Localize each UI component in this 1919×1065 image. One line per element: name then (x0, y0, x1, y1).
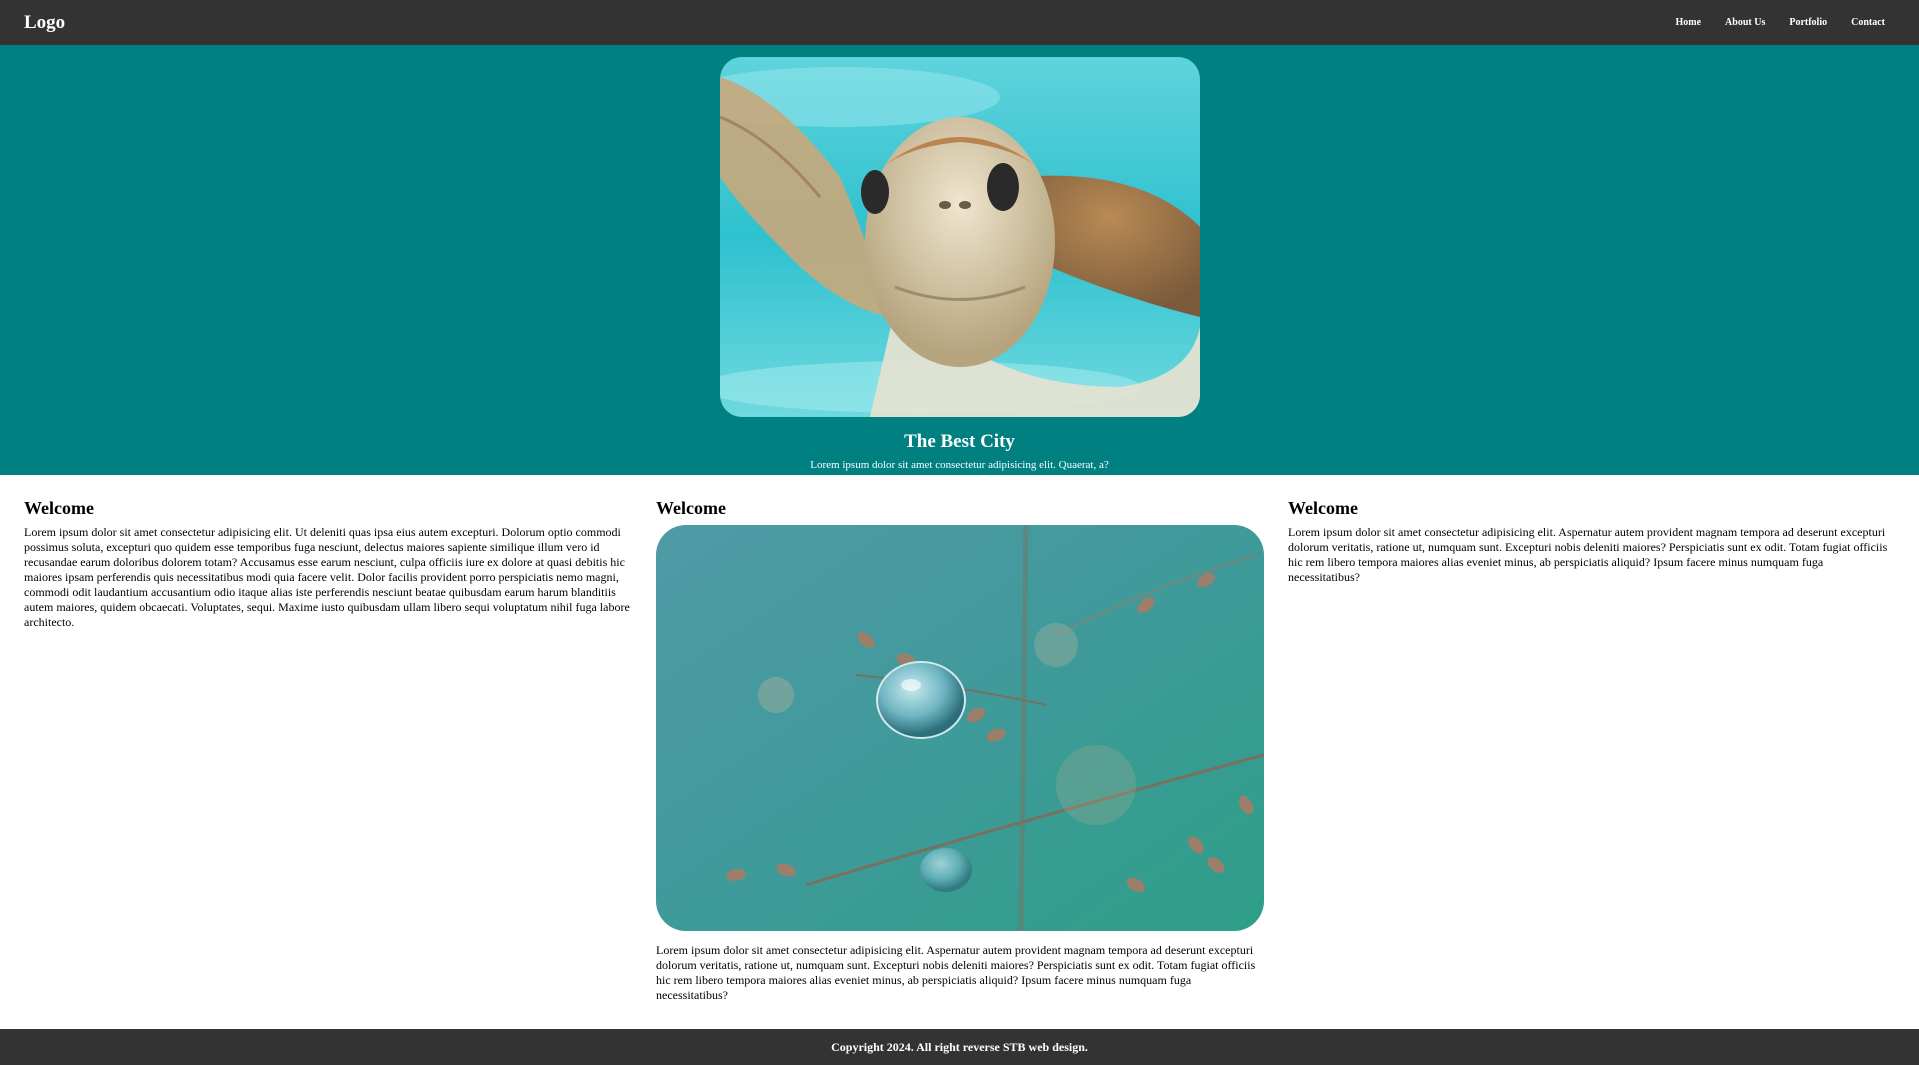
content-column-1: Welcome Lorem ipsum dolor sit amet conse… (24, 498, 632, 630)
waterdrop-image (656, 525, 1264, 931)
nav-link-home[interactable]: Home (1676, 17, 1702, 28)
hero-section: The Best City Lorem ipsum dolor sit amet… (0, 45, 1919, 475)
hero-title: The Best City (904, 431, 1015, 452)
column-heading: Welcome (1288, 498, 1358, 518)
content-column-2: Welcome Lorem ipsum dolor sit amet conse… (656, 498, 1264, 1003)
column-text: Lorem ipsum dolor sit amet consectetur a… (656, 943, 1256, 1002)
footer-copyright: Copyright 2024. All right reverse STB we… (831, 1039, 1088, 1054)
nav-link-about-us[interactable]: About Us (1725, 17, 1765, 28)
navbar: Logo Home About Us Portfolio Contact (0, 0, 1919, 45)
nav-links: Home About Us Portfolio Contact (1676, 17, 1886, 28)
nav-link-portfolio[interactable]: Portfolio (1789, 17, 1827, 28)
content-column-3: Welcome Lorem ipsum dolor sit amet conse… (1288, 498, 1896, 585)
hero-subtitle: Lorem ipsum dolor sit amet consectetur a… (810, 459, 1109, 471)
footer: Copyright 2024. All right reverse STB we… (0, 1029, 1919, 1065)
column-heading: Welcome (24, 498, 94, 518)
hero-turtle-image (720, 57, 1200, 417)
column-text: Lorem ipsum dolor sit amet consectetur a… (1288, 525, 1888, 584)
column-heading: Welcome (656, 498, 726, 518)
logo[interactable]: Logo (24, 12, 65, 34)
column-text: Lorem ipsum dolor sit amet consectetur a… (24, 525, 630, 629)
nav-link-contact[interactable]: Contact (1851, 17, 1885, 28)
